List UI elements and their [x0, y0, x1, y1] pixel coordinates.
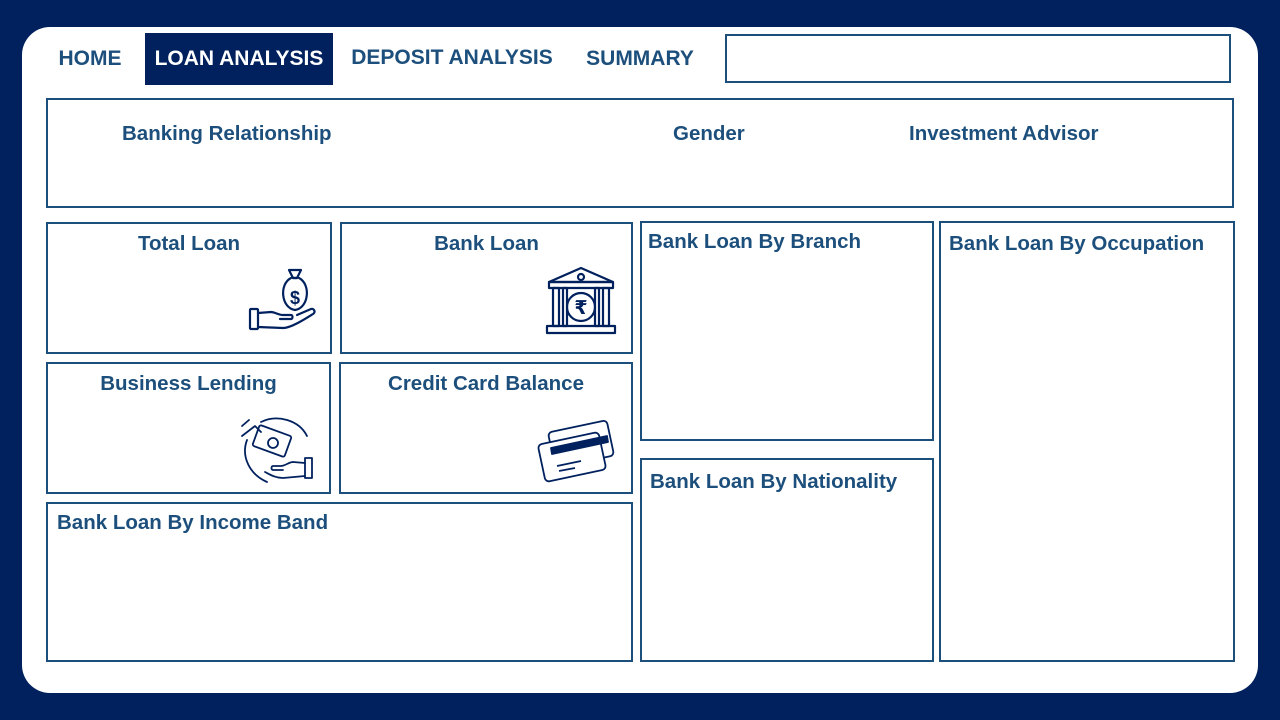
- chart-bank-loan-by-nationality: Bank Loan By Nationality: [640, 458, 934, 662]
- svg-text:₹: ₹: [574, 297, 587, 319]
- chart-bank-loan-by-income-band: Bank Loan By Income Band: [46, 502, 633, 662]
- kpi-title: Bank Loan: [434, 232, 539, 255]
- tab-home[interactable]: HOME: [48, 33, 132, 85]
- chart-title: Bank Loan By Occupation: [949, 232, 1205, 255]
- bank-rupee-icon: ₹: [545, 266, 617, 335]
- chart-title: Bank Loan By Income Band: [57, 511, 329, 534]
- kpi-total-loan-card: Total Loan $: [46, 222, 332, 354]
- filter-gender[interactable]: Gender: [673, 120, 745, 148]
- filter-banking-relationship[interactable]: Banking Relationship: [122, 120, 332, 148]
- chart-title: Bank Loan By Nationality: [650, 470, 898, 493]
- filter-panel: [46, 98, 1234, 208]
- kpi-bank-loan-card: Bank Loan ₹: [340, 222, 633, 354]
- money-bag-hand-icon: $: [248, 268, 316, 331]
- tab-summary[interactable]: SUMMARY: [578, 33, 702, 85]
- kpi-title: Credit Card Balance: [388, 372, 584, 395]
- tab-loan-analysis[interactable]: LOAN ANALYSIS: [145, 33, 333, 85]
- chart-bank-loan-by-occupation: Bank Loan By Occupation: [939, 221, 1235, 662]
- svg-text:$: $: [290, 288, 300, 308]
- kpi-business-lending-card: Business Lending: [46, 362, 331, 494]
- kpi-title: Total Loan: [137, 232, 241, 255]
- filter-investment-advisor[interactable]: Investment Advisor: [909, 120, 1099, 148]
- chart-title: Bank Loan By Branch: [648, 230, 862, 253]
- chart-bank-loan-by-branch: Bank Loan By Branch: [640, 221, 934, 441]
- credit-card-icon: [537, 420, 615, 483]
- search-input[interactable]: [725, 34, 1231, 83]
- kpi-credit-card-balance-card: Credit Card Balance: [339, 362, 633, 494]
- cash-exchange-icon: [241, 417, 313, 483]
- kpi-title: Business Lending: [100, 372, 277, 395]
- tab-deposit-analysis[interactable]: DEPOSIT ANALYSIS: [344, 32, 560, 84]
